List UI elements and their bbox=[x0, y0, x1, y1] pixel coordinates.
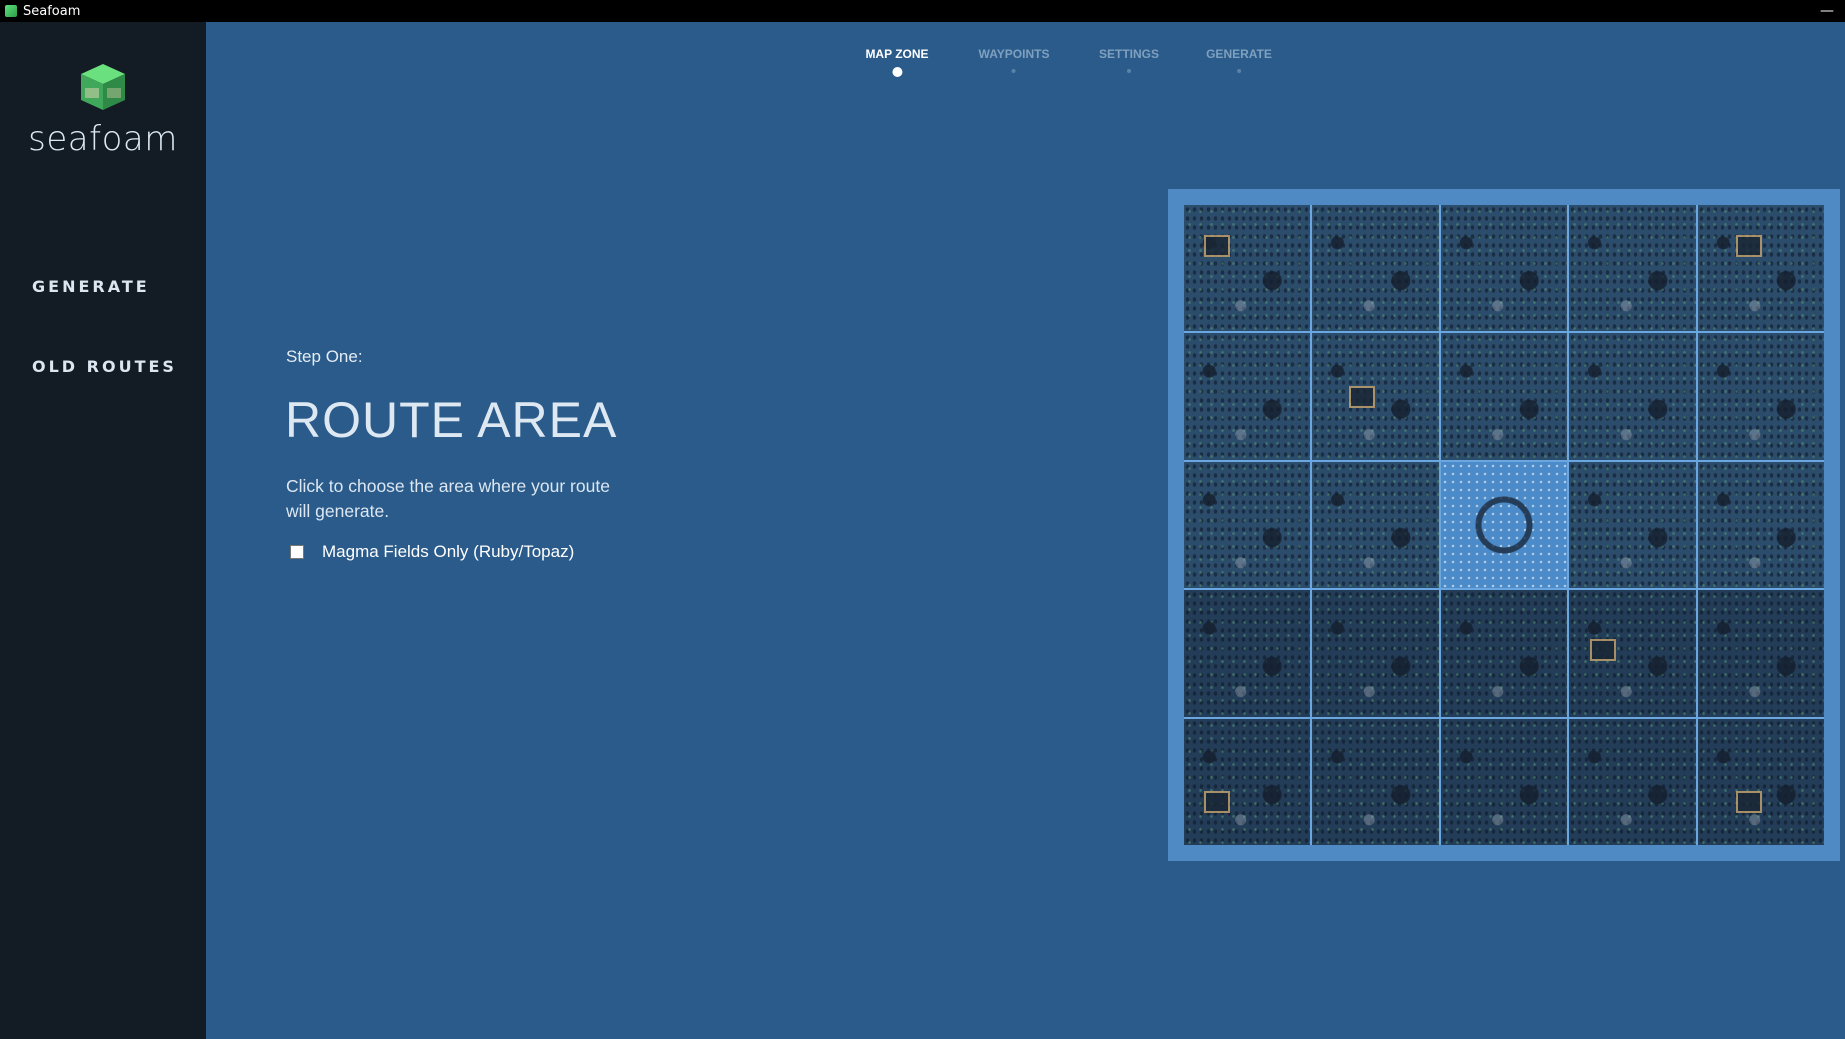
map-zone-cell[interactable] bbox=[1184, 590, 1311, 717]
map-zone-cell[interactable] bbox=[1697, 461, 1824, 589]
map-zone-cell[interactable] bbox=[1440, 461, 1568, 589]
brand-name: seafoam bbox=[28, 119, 178, 159]
step-indicator-dot bbox=[1012, 69, 1016, 73]
tab-generate[interactable]: GENERATE bbox=[1206, 47, 1272, 73]
map-zone-cell[interactable] bbox=[1440, 590, 1568, 717]
map-structure-marker bbox=[1735, 235, 1762, 257]
map-zone-cell[interactable] bbox=[1569, 205, 1696, 332]
tab-settings-label: SETTINGS bbox=[1098, 47, 1160, 61]
map-structure-marker bbox=[1204, 235, 1230, 257]
map-zone-cell[interactable] bbox=[1184, 718, 1311, 845]
map-zone-cell[interactable] bbox=[1697, 718, 1824, 845]
map-zone-cell[interactable] bbox=[1697, 205, 1824, 332]
map-zone-cell[interactable] bbox=[1697, 590, 1824, 717]
window-controls: — bbox=[1809, 0, 1845, 22]
tab-map-zone-label: MAP ZONE bbox=[865, 47, 929, 61]
map-grid bbox=[1184, 205, 1824, 845]
magma-fields-label: Magma Fields Only (Ruby/Topaz) bbox=[322, 542, 575, 561]
tab-map-zone[interactable]: MAP ZONE bbox=[865, 47, 929, 77]
map-frame bbox=[1168, 189, 1840, 861]
map-structure-marker bbox=[1590, 639, 1617, 662]
map-zone-cell[interactable] bbox=[1312, 461, 1439, 589]
magma-fields-checkbox[interactable] bbox=[290, 545, 304, 559]
map-zone-cell[interactable] bbox=[1312, 205, 1439, 332]
map-zone-cell[interactable] bbox=[1569, 333, 1696, 460]
map-structure-marker bbox=[1204, 790, 1230, 813]
tab-settings[interactable]: SETTINGS bbox=[1099, 47, 1159, 73]
step-label: Step One: bbox=[286, 347, 363, 366]
map-zone-cell[interactable] bbox=[1569, 590, 1696, 717]
map-zone-cell[interactable] bbox=[1440, 205, 1568, 332]
page-title: ROUTE AREA bbox=[285, 392, 618, 448]
window-title: Seafoam bbox=[23, 3, 81, 19]
magma-fields-option[interactable]: Magma Fields Only (Ruby/Topaz) bbox=[290, 542, 574, 562]
sidebar: seafoam GENERATE OLD ROUTES bbox=[0, 22, 206, 1039]
step-indicator-dot bbox=[1126, 69, 1131, 73]
map-structure-marker bbox=[1735, 790, 1762, 813]
step-indicator-dot bbox=[1236, 69, 1241, 73]
title-bar: Seafoam — bbox=[0, 0, 1845, 22]
map-zone-cell[interactable] bbox=[1184, 333, 1311, 460]
map-zone-cell[interactable] bbox=[1697, 333, 1824, 460]
tab-waypoints-label: WAYPOINTS bbox=[978, 47, 1050, 61]
sidebar-item-generate[interactable]: GENERATE bbox=[32, 277, 150, 296]
map-zone-cell[interactable] bbox=[1312, 590, 1439, 717]
map-zone-cell[interactable] bbox=[1184, 461, 1311, 589]
map-zone-cell[interactable] bbox=[1569, 718, 1696, 845]
map-zone-cell[interactable] bbox=[1184, 205, 1311, 332]
map-zone-cell[interactable] bbox=[1569, 461, 1696, 589]
map-structure-marker bbox=[1349, 386, 1376, 409]
map-zone-cell[interactable] bbox=[1312, 718, 1439, 845]
seafoam-logo-icon bbox=[81, 64, 125, 110]
tab-waypoints[interactable]: WAYPOINTS bbox=[978, 47, 1050, 73]
app-icon bbox=[5, 5, 17, 17]
sidebar-item-old-routes[interactable]: OLD ROUTES bbox=[32, 357, 177, 376]
map-zone-cell[interactable] bbox=[1440, 718, 1568, 845]
tab-generate-label: GENERATE bbox=[1206, 47, 1272, 61]
map-zone-cell[interactable] bbox=[1440, 333, 1568, 460]
map-zone-cell[interactable] bbox=[1312, 333, 1439, 460]
route-description: Click to choose the area where your rout… bbox=[286, 476, 610, 521]
step-indicator-dot bbox=[892, 67, 902, 77]
minimize-button[interactable]: — bbox=[1809, 0, 1845, 22]
